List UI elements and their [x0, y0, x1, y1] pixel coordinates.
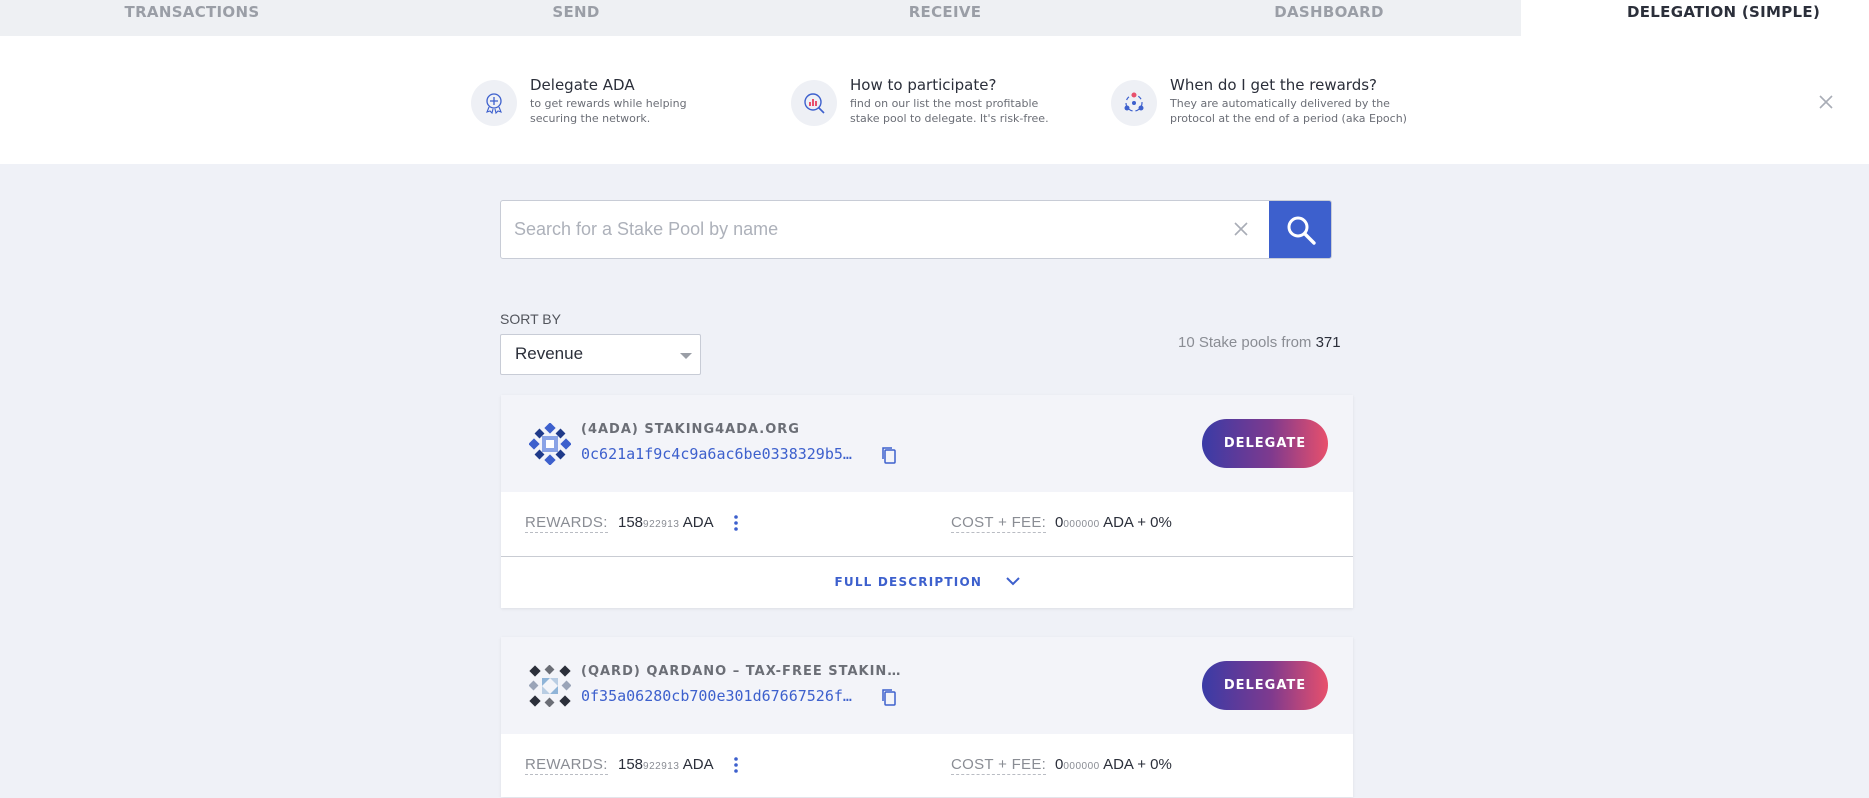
rewards-decimals: 922913: [643, 761, 680, 772]
analytics-search-icon: [791, 80, 837, 126]
clear-search-button[interactable]: [1231, 219, 1251, 239]
stake-pool-header: (4ADA) STAKING4ADA.ORG 0c621a1f9c4c9a6ac…: [501, 395, 1353, 492]
delegate-button[interactable]: DELEGATE: [1202, 661, 1328, 710]
search-icon: [1287, 216, 1316, 245]
cost-fee-value: 0000000 ADA + 0%: [1055, 514, 1172, 531]
rewards-integer: 158: [618, 756, 644, 773]
cost-fee-label[interactable]: COST + FEE:: [951, 756, 1047, 775]
cost-decimals: 000000: [1063, 761, 1100, 772]
pool-count-prefix: 10 Stake pools from: [1178, 334, 1312, 351]
stake-pool-card: (QARD) QARDANO – TAX-FREE STAKING P… 0f3…: [501, 637, 1353, 797]
pool-id: 0f35a06280cb700e301d67667526f…: [581, 687, 852, 705]
delegate-icon: [471, 80, 517, 126]
delegation-info-banner: Delegate ADA to get rewards while helpin…: [0, 36, 1869, 164]
rewards-unit: ADA: [682, 756, 714, 773]
rewards-unit: ADA: [682, 514, 714, 531]
more-vertical-icon[interactable]: [733, 756, 739, 774]
pool-logo: [529, 665, 571, 707]
pool-logo: [529, 423, 571, 465]
sort-by-select[interactable]: Revenue: [500, 334, 701, 375]
chevron-down-icon: [1005, 576, 1020, 585]
stake-pool-card: (4ADA) STAKING4ADA.ORG 0c621a1f9c4c9a6ac…: [501, 395, 1353, 608]
close-banner-button[interactable]: [1814, 90, 1838, 114]
pool-id: 0c621a1f9c4c9a6ac6be0338329b5…: [581, 445, 852, 463]
info-description: They are automatically delivered by the …: [1170, 97, 1407, 125]
stake-pool-search: [500, 200, 1332, 259]
full-description-label: FULL DESCRIPTION: [834, 575, 983, 589]
chevron-down-icon: [680, 353, 692, 359]
sort-by-label: SORT BY: [500, 311, 561, 327]
pool-count-total: 371: [1315, 334, 1341, 351]
pool-name: (4ADA) STAKING4ADA.ORG: [581, 422, 800, 437]
copy-icon[interactable]: [881, 688, 897, 706]
top-tab-bar: TRANSACTIONS SEND RECEIVE DASHBOARD DELE…: [0, 0, 1869, 36]
tab-delegation-simple[interactable]: DELEGATION (SIMPLE): [1521, 0, 1869, 36]
sort-selected-value: Revenue: [515, 344, 584, 363]
rewards-label[interactable]: REWARDS:: [525, 756, 608, 775]
cost-rest: ADA + 0%: [1103, 756, 1172, 773]
rewards-decimals: 922913: [643, 519, 680, 530]
info-description: find on our list the most profitable sta…: [850, 97, 1049, 125]
rewards-value: 158922913 ADA: [618, 756, 714, 773]
stake-pool-header: (QARD) QARDANO – TAX-FREE STAKING P… 0f3…: [501, 637, 1353, 734]
tab-receive[interactable]: RECEIVE: [753, 0, 1137, 36]
cost-fee-value: 0000000 ADA + 0%: [1055, 756, 1172, 773]
cost-decimals: 000000: [1063, 519, 1100, 530]
rewards-value: 158922913 ADA: [618, 514, 714, 531]
tab-transactions[interactable]: TRANSACTIONS: [0, 0, 384, 36]
tab-dashboard[interactable]: DASHBOARD: [1137, 0, 1521, 36]
network-cycle-icon: [1111, 80, 1157, 126]
delegate-button[interactable]: DELEGATE: [1202, 419, 1328, 468]
close-icon: [1234, 222, 1248, 236]
copy-icon[interactable]: [881, 446, 897, 464]
cost-rest: ADA + 0%: [1103, 514, 1172, 531]
pool-name: (QARD) QARDANO – TAX-FREE STAKING P…: [581, 664, 901, 679]
info-description: to get rewards while helping securing th…: [530, 97, 687, 125]
rewards-label[interactable]: REWARDS:: [525, 514, 608, 533]
full-description-toggle[interactable]: FULL DESCRIPTION: [501, 557, 1353, 608]
info-title: How to participate?: [850, 76, 997, 94]
pool-stats-row: REWARDS: 158922913 ADA COST + FEE: 00000…: [501, 734, 1353, 798]
info-title: Delegate ADA: [530, 76, 635, 94]
pool-stats-row: REWARDS: 158922913 ADA COST + FEE: 00000…: [501, 492, 1353, 556]
search-input[interactable]: [501, 201, 1241, 258]
close-icon: [1819, 95, 1833, 109]
more-vertical-icon[interactable]: [733, 514, 739, 532]
tab-send[interactable]: SEND: [384, 0, 768, 36]
pool-count: 10 Stake pools from 371: [1178, 334, 1341, 351]
search-button[interactable]: [1269, 201, 1331, 258]
cost-fee-label[interactable]: COST + FEE:: [951, 514, 1047, 533]
info-title: When do I get the rewards?: [1170, 76, 1378, 94]
rewards-integer: 158: [618, 514, 644, 531]
